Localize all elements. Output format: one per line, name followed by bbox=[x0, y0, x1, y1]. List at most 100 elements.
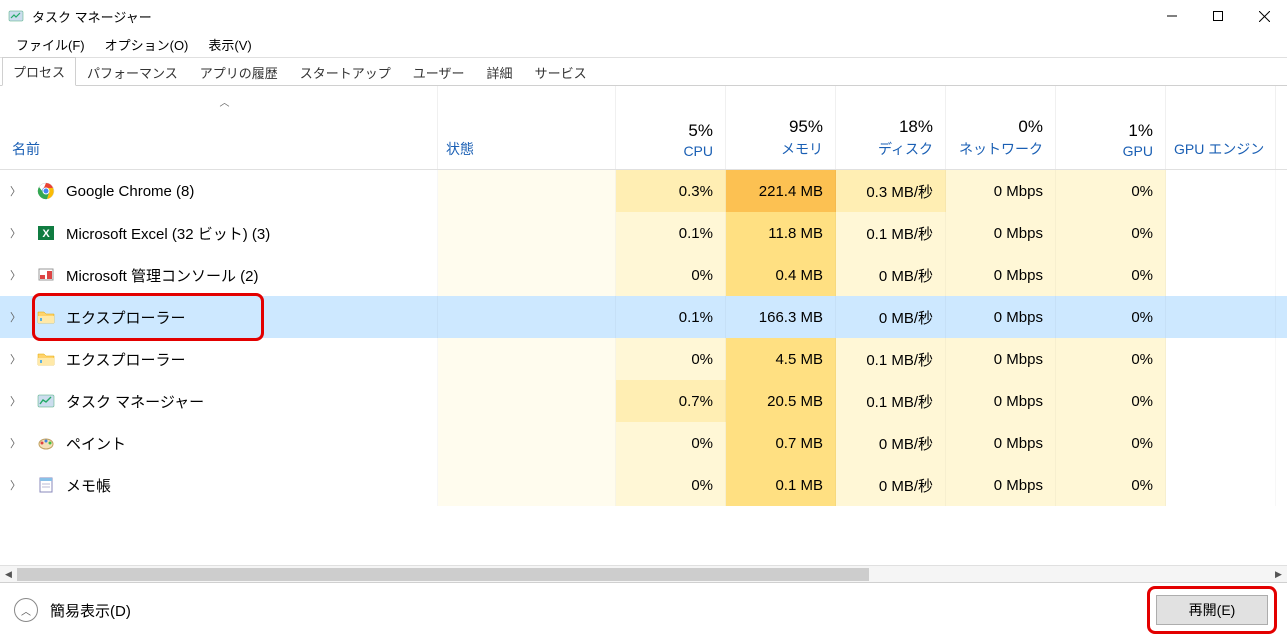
cell-mem: 4.5 MB bbox=[726, 338, 836, 380]
tab-users[interactable]: ユーザー bbox=[402, 58, 476, 86]
svg-text:X: X bbox=[42, 228, 50, 240]
tab-app-history[interactable]: アプリの履歴 bbox=[189, 58, 289, 86]
expand-chevron-icon[interactable]: 〉 bbox=[10, 477, 28, 493]
process-row[interactable]: 〉 タスク マネージャー 0.7%20.5 MB0.1 MB/秒0 Mbps0% bbox=[0, 380, 1287, 422]
scroll-thumb[interactable] bbox=[17, 568, 869, 581]
cell-gpu: 0% bbox=[1056, 212, 1166, 254]
process-row[interactable]: 〉 X Microsoft Excel (32 ビット) (3) 0.1%11.… bbox=[0, 212, 1287, 254]
cell-cpu: 0% bbox=[616, 464, 726, 506]
cell-mem: 166.3 MB bbox=[726, 296, 836, 338]
cell-disk: 0 MB/秒 bbox=[836, 464, 946, 506]
cell-gpu-engine bbox=[1166, 170, 1276, 212]
tab-startup[interactable]: スタートアップ bbox=[289, 58, 402, 86]
process-row[interactable]: 〉 Google Chrome (8) 0.3%221.4 MB0.3 MB/秒… bbox=[0, 170, 1287, 212]
expand-chevron-icon[interactable]: 〉 bbox=[10, 309, 28, 325]
cell-disk: 0.3 MB/秒 bbox=[836, 170, 946, 212]
cell-disk: 0 MB/秒 bbox=[836, 422, 946, 464]
cell-status bbox=[438, 296, 616, 338]
cell-cpu: 0.3% bbox=[616, 170, 726, 212]
cell-name: 〉 メモ帳 bbox=[0, 464, 438, 506]
process-row[interactable]: 〉 エクスプローラー 0.1%166.3 MB0 MB/秒0 Mbps0% bbox=[0, 296, 1287, 338]
cell-gpu: 0% bbox=[1056, 254, 1166, 296]
maximize-button[interactable] bbox=[1195, 0, 1241, 32]
process-row[interactable]: 〉 Microsoft 管理コンソール (2) 0%0.4 MB0 MB/秒0 … bbox=[0, 254, 1287, 296]
expand-chevron-icon[interactable]: 〉 bbox=[10, 435, 28, 451]
cell-name: 〉 エクスプローラー bbox=[0, 338, 438, 380]
column-gpu[interactable]: 1% GPU bbox=[1056, 86, 1166, 169]
titlebar: タスク マネージャー bbox=[0, 0, 1287, 32]
fewer-details-label[interactable]: 簡易表示(D) bbox=[50, 600, 131, 621]
expand-chevron-icon[interactable]: 〉 bbox=[10, 183, 28, 199]
process-row[interactable]: 〉 エクスプローラー 0%4.5 MB0.1 MB/秒0 Mbps0% bbox=[0, 338, 1287, 380]
cell-gpu: 0% bbox=[1056, 464, 1166, 506]
scroll-left-button[interactable]: ◀ bbox=[0, 566, 17, 583]
cell-status bbox=[438, 254, 616, 296]
horizontal-scrollbar[interactable]: ◀ ▶ bbox=[0, 565, 1287, 582]
cell-name: 〉 ペイント bbox=[0, 422, 438, 464]
cell-name: 〉 タスク マネージャー bbox=[0, 380, 438, 422]
column-memory[interactable]: 95% メモリ bbox=[726, 86, 836, 169]
column-disk[interactable]: 18% ディスク bbox=[836, 86, 946, 169]
cell-net: 0 Mbps bbox=[946, 422, 1056, 464]
column-gpu-engine[interactable]: GPU エンジン bbox=[1166, 86, 1276, 169]
fewer-details-toggle[interactable]: ︿ bbox=[14, 598, 38, 622]
cell-gpu-engine bbox=[1166, 296, 1276, 338]
cell-cpu: 0.1% bbox=[616, 212, 726, 254]
process-row[interactable]: 〉 メモ帳 0%0.1 MB0 MB/秒0 Mbps0% bbox=[0, 464, 1287, 506]
cell-cpu: 0% bbox=[616, 422, 726, 464]
cell-gpu-engine bbox=[1166, 464, 1276, 506]
column-status[interactable]: 状態 bbox=[438, 86, 616, 169]
cell-status bbox=[438, 338, 616, 380]
cell-mem: 0.1 MB bbox=[726, 464, 836, 506]
restart-button[interactable]: 再開(E) bbox=[1156, 595, 1268, 625]
cell-net: 0 Mbps bbox=[946, 170, 1056, 212]
tab-services[interactable]: サービス bbox=[524, 58, 598, 86]
cell-mem: 0.4 MB bbox=[726, 254, 836, 296]
process-table: ︿ 名前 状態 5% CPU 95% メモリ 18% ディスク 0% ネットワー… bbox=[0, 86, 1287, 582]
cell-net: 0 Mbps bbox=[946, 338, 1056, 380]
cell-gpu-engine bbox=[1166, 380, 1276, 422]
process-name-label: タスク マネージャー bbox=[66, 391, 204, 412]
paint-icon bbox=[36, 433, 56, 453]
column-name[interactable]: ︿ 名前 bbox=[0, 86, 438, 169]
menu-file[interactable]: ファイル(F) bbox=[6, 32, 95, 57]
expand-chevron-icon[interactable]: 〉 bbox=[10, 267, 28, 283]
column-cpu[interactable]: 5% CPU bbox=[616, 86, 726, 169]
cell-cpu: 0% bbox=[616, 338, 726, 380]
cell-gpu-engine bbox=[1166, 422, 1276, 464]
close-button[interactable] bbox=[1241, 0, 1287, 32]
process-row[interactable]: 〉 ペイント 0%0.7 MB0 MB/秒0 Mbps0% bbox=[0, 422, 1287, 464]
tab-details[interactable]: 詳細 bbox=[476, 58, 524, 86]
process-list[interactable]: 〉 Google Chrome (8) 0.3%221.4 MB0.3 MB/秒… bbox=[0, 170, 1287, 565]
cell-net: 0 Mbps bbox=[946, 464, 1056, 506]
cell-name: 〉 Microsoft 管理コンソール (2) bbox=[0, 254, 438, 296]
tab-performance[interactable]: パフォーマンス bbox=[76, 58, 189, 86]
mmc-icon bbox=[36, 265, 56, 285]
menu-view[interactable]: 表示(V) bbox=[198, 32, 261, 57]
notepad-icon bbox=[36, 475, 56, 495]
explorer-icon bbox=[36, 307, 56, 327]
menubar: ファイル(F) オプション(O) 表示(V) bbox=[0, 32, 1287, 58]
excel-icon: X bbox=[36, 223, 56, 243]
taskmgr-app-icon bbox=[8, 8, 24, 24]
chrome-icon bbox=[36, 181, 56, 201]
scroll-track[interactable] bbox=[17, 566, 1270, 583]
cell-name: 〉 Google Chrome (8) bbox=[0, 170, 438, 212]
column-network[interactable]: 0% ネットワーク bbox=[946, 86, 1056, 169]
tab-processes[interactable]: プロセス bbox=[2, 57, 76, 86]
expand-chevron-icon[interactable]: 〉 bbox=[10, 225, 28, 241]
scroll-right-button[interactable]: ▶ bbox=[1270, 566, 1287, 583]
expand-chevron-icon[interactable]: 〉 bbox=[10, 393, 28, 409]
expand-chevron-icon[interactable]: 〉 bbox=[10, 351, 28, 367]
process-name-label: Google Chrome (8) bbox=[66, 183, 194, 200]
footer: ︿ 簡易表示(D) 再開(E) bbox=[0, 582, 1287, 637]
cell-disk: 0 MB/秒 bbox=[836, 254, 946, 296]
minimize-button[interactable] bbox=[1149, 0, 1195, 32]
menu-options[interactable]: オプション(O) bbox=[95, 32, 199, 57]
cell-net: 0 Mbps bbox=[946, 212, 1056, 254]
window-controls bbox=[1149, 0, 1287, 32]
cell-gpu: 0% bbox=[1056, 170, 1166, 212]
cell-mem: 0.7 MB bbox=[726, 422, 836, 464]
sort-indicator-icon: ︿ bbox=[12, 94, 437, 109]
cell-disk: 0.1 MB/秒 bbox=[836, 212, 946, 254]
